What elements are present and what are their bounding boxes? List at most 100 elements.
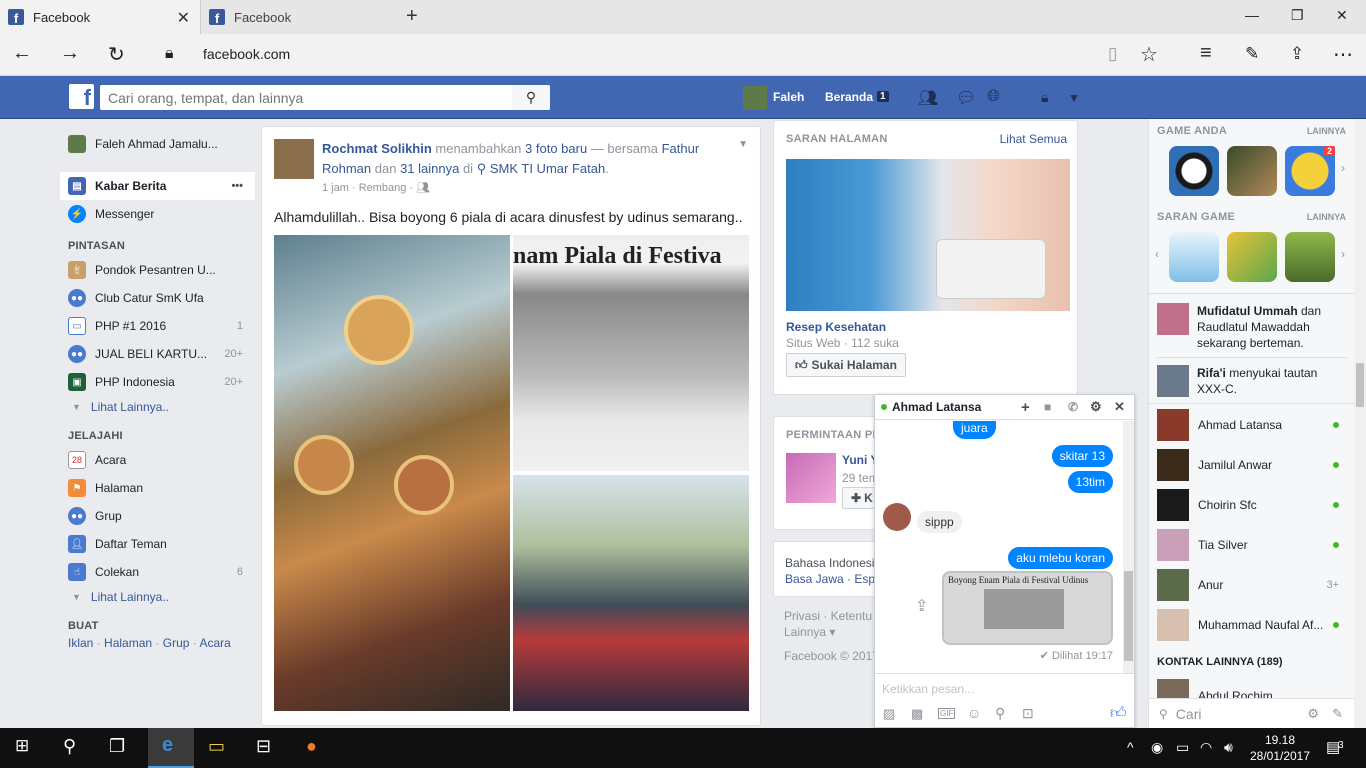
others-link[interactable]: 31 lainnya <box>400 161 459 176</box>
chat-scrollbar[interactable] <box>1123 421 1134 673</box>
gear-icon[interactable]: ⚙ <box>1307 706 1319 722</box>
sticker-icon[interactable]: ▩ <box>911 706 923 722</box>
search-icon[interactable]: ⚲ <box>512 85 550 110</box>
windows-start-icon[interactable]: ⊞ <box>15 736 29 756</box>
language-links[interactable]: Basa Jawa · Esp <box>785 572 875 586</box>
thumbs-up-icon[interactable]: 👍︎ <box>1110 704 1127 723</box>
share-icon[interactable]: ⇪ <box>1290 44 1304 64</box>
chat-settings-gear-icon[interactable]: ⚙ <box>1090 399 1102 415</box>
emoji-icon[interactable]: ☺ <box>967 705 981 721</box>
system-clock[interactable]: 19.18 28/01/2017 <box>1249 732 1311 764</box>
refresh-icon[interactable]: ↻ <box>108 42 125 67</box>
water-bottle-game-icon[interactable] <box>1169 232 1219 282</box>
see-all-link[interactable]: Lihat Semua <box>1000 132 1067 146</box>
quick-help-icon[interactable]: 🔒︎ <box>1041 89 1048 106</box>
sidebar-item-groups[interactable]: ●● Grup <box>60 502 255 530</box>
favorite-star-icon[interactable]: ☆ <box>1140 42 1158 67</box>
contact-item[interactable]: Anur 3+ <box>1157 569 1349 601</box>
sidebar-item-shortcut[interactable]: ●● JUAL BELI KARTU... 20+ <box>60 340 255 368</box>
ticker-item[interactable]: Rifa'i menyukai tautan XXX-C. <box>1157 365 1347 397</box>
search-icon[interactable]: ⚲ <box>63 736 76 757</box>
volume-icon[interactable]: 🔊︎ <box>1224 739 1233 756</box>
forward-icon[interactable]: → <box>60 42 80 65</box>
account-menu-chevron-icon[interactable]: ▼ <box>1068 91 1080 105</box>
chevron-right-icon[interactable]: › <box>1341 161 1345 175</box>
gif-icon[interactable]: GIF <box>938 708 956 719</box>
sidebar-item-friends[interactable]: 👤︎ Daftar Teman <box>60 530 255 558</box>
friend-requests-icon[interactable]: 👥︎ <box>918 88 938 108</box>
sidebar-item-news-feed[interactable]: ▤ Kabar Berita ••• <box>60 172 255 200</box>
add-friends-to-chat-icon[interactable]: + <box>1021 399 1030 416</box>
attachment-icon[interactable]: ⚲ <box>995 705 1005 722</box>
post-time-link[interactable]: 1 jam <box>322 182 349 194</box>
facebook-logo-icon[interactable]: f <box>69 84 94 109</box>
chat-header[interactable]: Ahmad Latansa + ■ ✆ ⚙ ✕ <box>875 395 1134 420</box>
sidebar-item-shortcut[interactable]: 🤘︎ Pondok Pesantren U... <box>60 256 255 284</box>
page-cover-image[interactable] <box>786 159 1070 311</box>
message-input[interactable]: Ketikkan pesan... <box>882 682 974 696</box>
contact-item[interactable]: Tia Silver <box>1157 529 1349 561</box>
scrollbar-thumb[interactable] <box>1124 571 1133 661</box>
window-close-icon[interactable]: ✕ <box>1336 7 1348 24</box>
chat-search-input[interactable]: ⚲ Cari ⚙ ✎ <box>1149 698 1355 728</box>
sidebar-item-events[interactable]: 28 Acara <box>60 446 255 474</box>
new-message-icon[interactable]: ✎ <box>1332 706 1343 722</box>
video-call-icon[interactable]: ■ <box>1044 400 1051 414</box>
share-image-icon[interactable]: ⇪ <box>915 596 928 616</box>
ticker-item[interactable]: Mufidatul Ummah dan Raudlatul Mawaddah s… <box>1157 303 1347 351</box>
page-name-link[interactable]: Resep Kesehatan <box>786 320 886 334</box>
browser-tab-active[interactable]: f Facebook ✕ <box>0 0 200 34</box>
scrollbar-thumb[interactable] <box>1356 363 1364 407</box>
sidebar-item-shortcut[interactable]: ▭ PHP #1 2016 1 <box>60 312 255 340</box>
edge-taskbar-button[interactable]: e <box>148 728 194 768</box>
chevron-right-icon[interactable]: › <box>1341 247 1345 261</box>
close-tab-icon[interactable]: ✕ <box>177 8 190 28</box>
close-chat-icon[interactable]: ✕ <box>1114 399 1125 415</box>
more-menu-icon[interactable]: ⋯ <box>1333 42 1353 67</box>
camera-icon[interactable]: ⊡ <box>1022 705 1034 722</box>
minimize-icon[interactable]: — <box>1245 7 1259 23</box>
contact-item[interactable]: Abdul Rochim <box>1157 679 1349 698</box>
post-photo-trophies[interactable] <box>274 235 510 711</box>
back-icon[interactable]: ← <box>12 42 32 65</box>
footer-links[interactable]: Privasi · Ketentu <box>784 608 879 624</box>
author-avatar[interactable] <box>274 139 314 179</box>
post-place[interactable]: Rembang <box>359 182 407 194</box>
author-name-link[interactable]: Rochmat Solikhin <box>322 141 432 156</box>
page-scrollbar[interactable] <box>1354 119 1366 728</box>
photo-icon[interactable]: ▨ <box>883 706 895 722</box>
file-explorer-icon[interactable]: ▭ <box>208 736 225 757</box>
post-photo-mascots[interactable] <box>513 475 749 711</box>
contact-item[interactable]: Ahmad Latansa <box>1157 409 1349 441</box>
voice-call-icon[interactable]: ✆ <box>1068 400 1078 414</box>
see-more-explore-link[interactable]: ▼ Lihat Lainnya.. <box>60 586 255 608</box>
hub-icon[interactable]: ≡ <box>1200 42 1212 65</box>
create-page-link[interactable]: Halaman <box>104 636 152 650</box>
post-photo-newspaper[interactable]: nam Piala di Festiva <box>513 235 749 471</box>
messenger-icon[interactable]: 💬︎ <box>956 88 976 108</box>
chevron-left-icon[interactable]: ‹ <box>1155 247 1159 261</box>
wifi-icon[interactable]: ◠ <box>1200 739 1212 756</box>
contact-item[interactable]: Muhammad Naufal Af... <box>1157 609 1349 641</box>
address-bar[interactable]: facebook.com <box>203 46 290 62</box>
browser-tab-inactive[interactable]: f Facebook <box>200 0 400 34</box>
crocodile-game-icon[interactable] <box>1227 232 1277 282</box>
create-ad-link[interactable]: Iklan <box>68 636 93 650</box>
like-page-button[interactable]: 👍︎ Sukai Halaman <box>786 353 906 377</box>
home-link[interactable]: Beranda <box>825 90 873 104</box>
8-ball-pool-game-icon[interactable] <box>1169 146 1219 196</box>
contact-item[interactable]: Jamilul Anwar <box>1157 449 1349 481</box>
sidebar-item-messenger[interactable]: ⚡ Messenger <box>60 200 255 228</box>
task-view-icon[interactable]: ❐ <box>109 736 125 757</box>
post-options-chevron-icon[interactable]: ▼ <box>738 139 748 150</box>
requester-avatar[interactable] <box>786 453 836 503</box>
create-event-link[interactable]: Acara <box>199 636 230 650</box>
create-group-link[interactable]: Grup <box>163 636 190 650</box>
restore-icon[interactable]: ❐ <box>1291 7 1304 24</box>
profile-avatar[interactable] <box>743 86 767 110</box>
web-note-icon[interactable]: ✎ <box>1245 44 1259 64</box>
reading-view-icon[interactable]: ▯ <box>1108 44 1117 64</box>
audience-friends-icon[interactable]: 👥︎ <box>416 182 430 194</box>
see-more-shortcuts-link[interactable]: ▼ Lihat Lainnya.. <box>60 396 255 418</box>
more-options-icon[interactable]: ••• <box>231 180 243 192</box>
